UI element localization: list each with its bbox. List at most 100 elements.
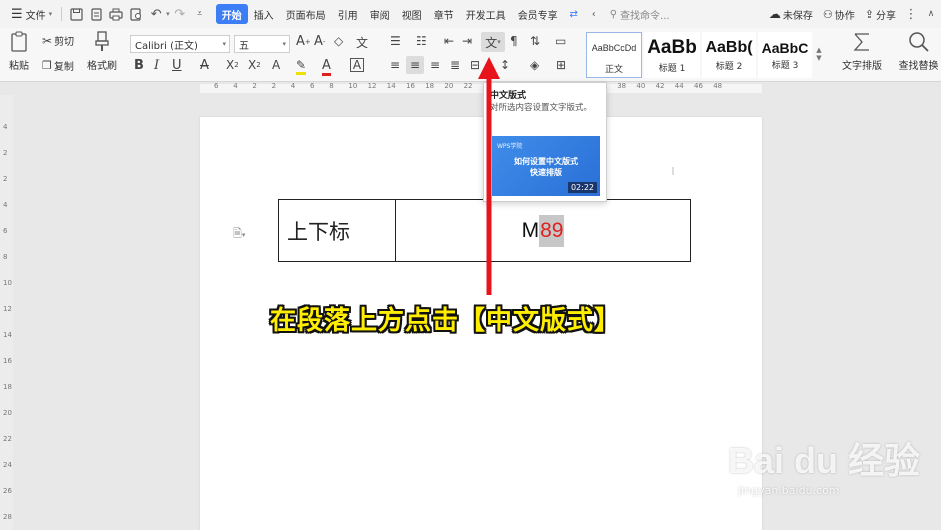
ruler-tick: 46 — [694, 82, 703, 90]
style-heading-3[interactable]: AaBbC 标题 3 — [758, 32, 812, 78]
ruler-tick: 40 — [636, 82, 646, 90]
more-tabs-icon[interactable]: ⇄ — [564, 4, 584, 24]
tab-chapter[interactable]: 章节 — [428, 4, 460, 24]
ruler-tick: 12 — [3, 305, 12, 313]
tab-home[interactable]: 开始 — [215, 4, 248, 24]
numbered-list-icon[interactable]: ☷ — [416, 34, 427, 48]
italic-icon[interactable]: I — [154, 58, 159, 73]
decrease-indent-icon[interactable]: ⇤ — [444, 34, 454, 48]
cut-button[interactable]: ✂ 剪切 — [42, 33, 74, 49]
tab-insert[interactable]: 插入 — [248, 4, 280, 24]
undo-icon[interactable]: ↶ — [146, 4, 166, 24]
format-painter-label: 格式刷 — [87, 61, 117, 72]
chevron-left-icon[interactable]: ‹ — [584, 4, 604, 24]
tab-references[interactable]: 引用 — [332, 4, 364, 24]
sort-icon[interactable]: ⇅ — [530, 34, 540, 48]
customize-toolbar-icon[interactable]: ⩡ — [190, 4, 210, 24]
find-replace-button[interactable]: 查找替换 — [896, 31, 941, 72]
shading-icon[interactable]: ◈ — [530, 58, 539, 72]
grow-font-icon[interactable]: A + — [296, 34, 311, 49]
strikethrough-icon[interactable]: A — [200, 58, 209, 73]
unsaved-status[interactable]: ☁ 未保存 — [764, 7, 818, 22]
subscript-icon[interactable]: X2 — [248, 58, 261, 72]
share-button[interactable]: ⇪ 分享 — [860, 7, 901, 22]
align-right-icon[interactable]: ≡ — [430, 58, 440, 72]
chevron-down-icon: ▾ — [222, 40, 226, 48]
baidu-watermark: Bai du 经验 jingyan.baidu.com — [728, 432, 920, 497]
bold-icon[interactable]: B — [134, 58, 144, 73]
ruler-tick: 12 — [367, 82, 377, 90]
ruler-toggle-icon[interactable]: ▭ — [555, 34, 566, 48]
copy-button[interactable]: ❐ 复制 — [42, 58, 74, 73]
export-pdf-icon[interactable] — [86, 4, 106, 24]
show-marks-icon[interactable]: ¶ — [510, 34, 518, 48]
table-row-handle[interactable]: 🗎▾ — [233, 225, 245, 244]
text-effects-icon[interactable]: A — [272, 58, 280, 72]
save-icon[interactable] — [66, 4, 86, 24]
char-border-icon[interactable]: A — [350, 58, 364, 72]
menu-bar: ☰ 文件 ▾ ↶ ▾ ↷ ⩡ 开始 插入 页面布局 引用 审阅 视图 章节 开发… — [0, 0, 941, 28]
print-preview-icon[interactable] — [126, 4, 146, 24]
style-name: 标题 1 — [658, 63, 686, 74]
clear-format-icon[interactable]: ◇ — [334, 34, 343, 48]
chinese-layout-button[interactable]: 文 ▾ — [481, 32, 505, 52]
vertical-ruler[interactable]: 4 2 2 4 6 8 10 12 14 16 18 20 22 24 26 28 — [0, 95, 13, 530]
increase-indent-icon[interactable]: ⇥ — [462, 34, 472, 48]
copy-icon: ❐ — [42, 59, 52, 72]
hamburger-icon: ☰ — [11, 6, 23, 22]
style-sample: AaBbCcDd — [591, 42, 637, 53]
style-heading-2[interactable]: AaBb( 标题 2 — [702, 32, 756, 78]
tab-developer[interactable]: 开发工具 — [460, 4, 512, 24]
font-size-value: 五 — [239, 40, 249, 52]
ruler-tick: 2 — [252, 82, 257, 90]
align-center-icon[interactable]: ≡ — [406, 56, 424, 74]
search-input[interactable]: ⚲ 查找命令... — [604, 4, 676, 24]
paste-button[interactable]: 粘贴 — [6, 31, 32, 72]
font-size-select[interactable]: 五 ▾ — [234, 35, 290, 53]
superscript-icon[interactable]: X2 — [226, 58, 239, 72]
tab-view[interactable]: 视图 — [396, 4, 428, 24]
file-menu[interactable]: ☰ 文件 ▾ — [6, 3, 57, 25]
print-icon[interactable] — [106, 4, 126, 24]
ruler-tick: 20 — [3, 409, 12, 417]
user-icon: ⚇ — [822, 7, 833, 21]
ruler-tick: 4 — [3, 123, 8, 131]
text-layout-button[interactable]: 文字排版 — [834, 31, 890, 72]
tab-review[interactable]: 审阅 — [364, 4, 396, 24]
ruler-tick: 4 — [290, 82, 296, 90]
highlight-icon[interactable]: ✎ — [296, 58, 307, 75]
chevron-down-icon: ▾ — [497, 38, 501, 46]
ruler-tick: 16 — [3, 357, 12, 365]
ruler-tick: 4 — [3, 201, 8, 209]
style-normal[interactable]: AaBbCcDd 正文 — [586, 32, 642, 78]
tab-member[interactable]: 会员专享 — [512, 4, 564, 24]
style-name: 标题 2 — [715, 61, 743, 72]
bullet-list-icon[interactable]: ☰ — [390, 34, 401, 48]
collapse-ribbon-icon[interactable]: ∧ — [921, 4, 941, 24]
table-cell[interactable]: M 89 — [396, 200, 690, 261]
clipboard-icon — [11, 31, 27, 52]
style-heading-1[interactable]: AaBb 标题 1 — [644, 32, 700, 78]
collab-button[interactable]: ⚇ 协作 — [818, 7, 860, 22]
ruler-tick: 44 — [674, 82, 684, 90]
style-sample: AaBbC — [761, 39, 809, 56]
ruler-tick: 6 — [3, 227, 8, 235]
shrink-font-icon[interactable]: A- — [314, 34, 325, 49]
borders-icon[interactable]: ⊞ — [556, 58, 566, 72]
font-name-select[interactable]: Calibri (正文) ▾ — [130, 35, 230, 53]
font-color-icon[interactable]: A — [322, 58, 331, 76]
chevron-down-icon: ▾ — [241, 231, 246, 239]
align-left-icon[interactable]: ≡ — [390, 58, 400, 72]
more-options-icon[interactable]: ⋮ — [901, 4, 921, 24]
format-painter-button[interactable]: 格式刷 — [86, 31, 118, 72]
search-icon: ⚲ — [609, 8, 618, 20]
justify-icon[interactable]: ≣ — [450, 58, 460, 72]
tab-page-layout[interactable]: 页面布局 — [280, 4, 332, 24]
document-icon: 🗎 — [233, 227, 242, 240]
ruler-tick: 14 — [386, 82, 396, 90]
underline-icon[interactable]: U — [172, 58, 182, 73]
phonetic-guide-icon[interactable]: 文 — [356, 34, 368, 51]
redo-icon[interactable]: ↷ — [170, 4, 190, 24]
styles-scroll[interactable]: ▲ ▼ — [814, 34, 824, 74]
table-cell[interactable]: 上下标 — [279, 200, 396, 261]
